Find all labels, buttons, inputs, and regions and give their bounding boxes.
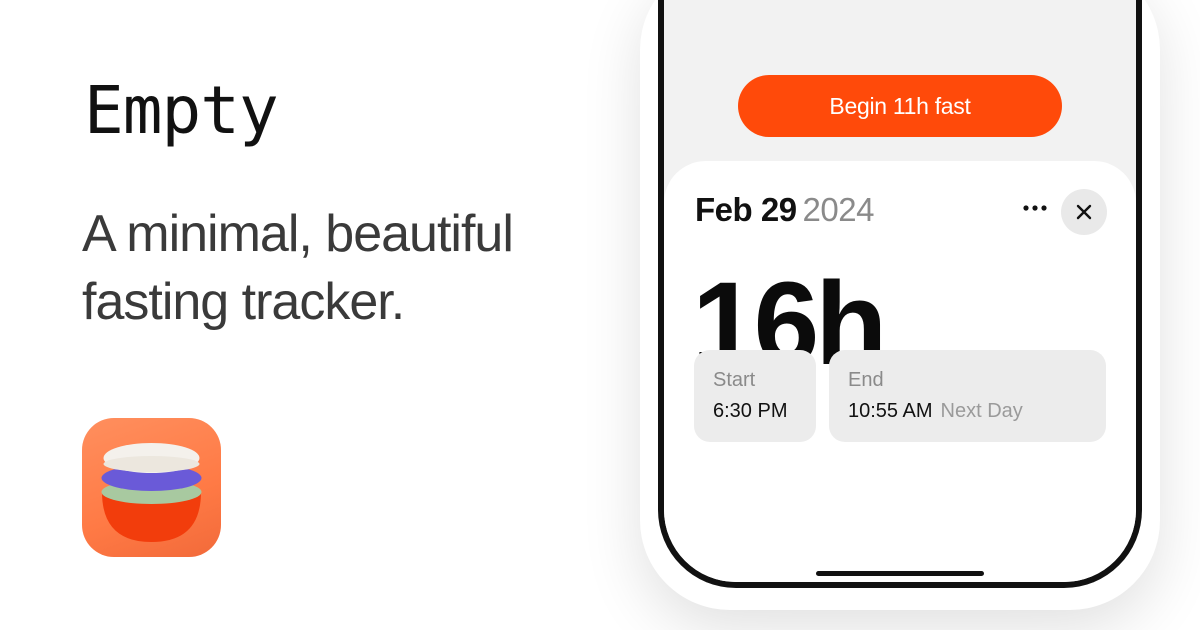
end-time-next-day: Next Day [940,400,1023,422]
close-icon [1076,204,1092,220]
start-label: Start [713,369,756,391]
fast-date: Feb 29 2024 [695,193,874,226]
fast-date-year: 2024 [802,191,875,228]
more-options-button[interactable] [1018,191,1052,225]
phone-frame: Begin 11h fast Feb 29 2024 16h Start 6:3… [658,0,1142,588]
stacked-bowl-icon-graphic [101,443,202,542]
end-time-card[interactable]: End 10:55 AM Next Day [829,350,1106,442]
ellipsis-icon [1023,205,1047,211]
phone-screen: Begin 11h fast Feb 29 2024 16h Start 6:3… [664,0,1136,582]
promo-banner: Empty A minimal, beautiful fasting track… [0,0,1200,630]
fast-date-day: Feb 29 [695,191,797,228]
app-name: Empty [84,72,279,149]
end-time-value: 10:55 AM [848,400,933,422]
fast-detail-sheet: Feb 29 2024 16h Start 6:30 PM End 10:55 … [664,161,1136,582]
end-time-row: 10:55 AM Next Day [848,400,1023,423]
start-time-value: 6:30 PM [713,400,788,422]
stacked-bowl-icon [82,418,221,557]
end-label: End [848,369,884,391]
close-button[interactable] [1061,189,1107,235]
home-indicator [816,571,984,576]
start-time-card[interactable]: Start 6:30 PM [694,350,816,442]
tagline: A minimal, beautiful fasting tracker. [82,205,514,331]
begin-fast-button[interactable]: Begin 11h fast [738,75,1062,137]
